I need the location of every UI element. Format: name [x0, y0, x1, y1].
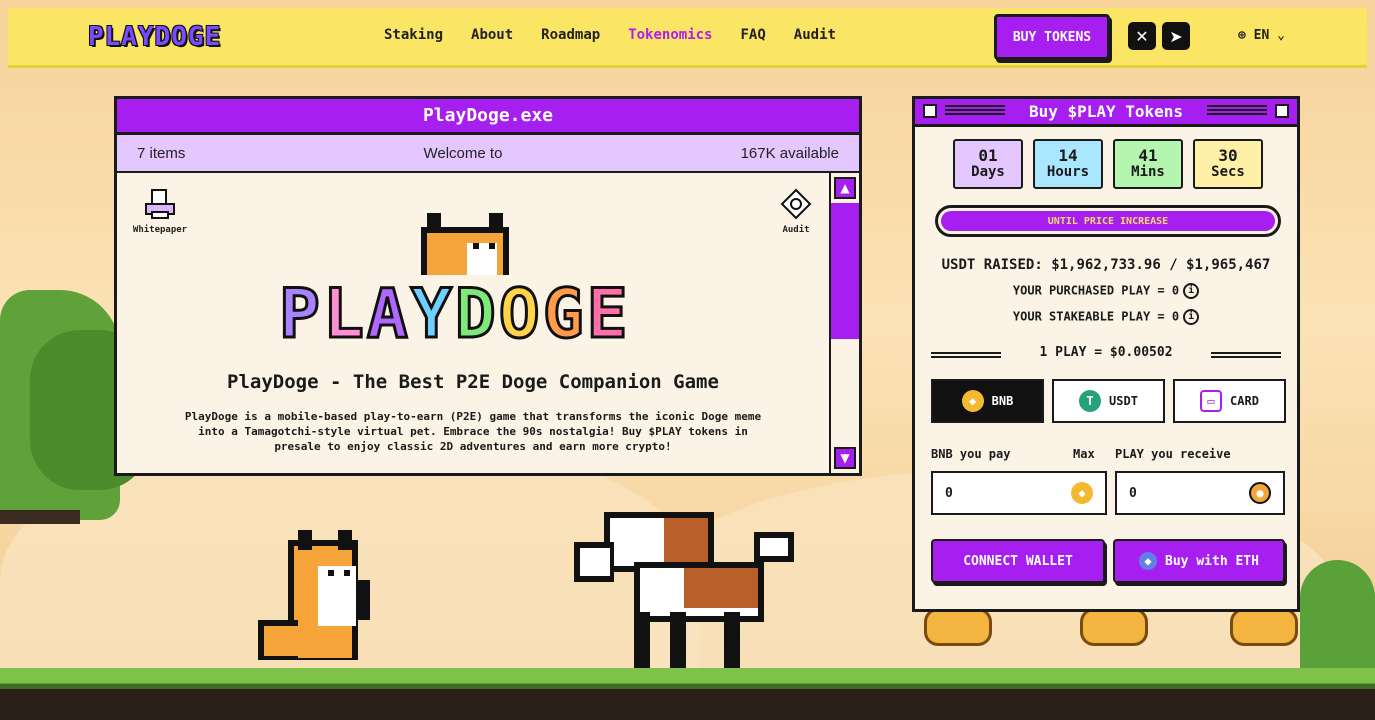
title-stripes — [1207, 105, 1267, 117]
max-button[interactable]: Max — [1073, 447, 1095, 461]
eth-icon: ◆ — [1139, 552, 1158, 570]
countdown-secs: 30 Secs — [1193, 139, 1263, 189]
nav-audit[interactable]: Audit — [794, 27, 836, 43]
pay-card-label: CARD — [1230, 394, 1259, 408]
countdown-mins: 41 Mins — [1113, 139, 1183, 189]
window-title: PlayDoge.exe — [117, 99, 859, 135]
countdown-days: 01 Days — [953, 139, 1023, 189]
items-count: 7 items — [137, 144, 186, 162]
stakeable-play-row: YOUR STAKEABLE PLAY = 0i — [915, 309, 1297, 325]
whitepaper-label: Whitepaper — [132, 225, 188, 235]
audit-shortcut[interactable]: Audit — [761, 187, 831, 235]
bnb-icon: ◆ — [961, 390, 984, 412]
pay-bnb-button[interactable]: ◆ BNB — [931, 379, 1044, 423]
beagle-dog-sprite — [574, 512, 794, 668]
usdt-icon: T — [1079, 390, 1102, 412]
nav-staking[interactable]: Staking — [384, 27, 443, 43]
countdown-timer: 01 Days 14 Hours 41 Mins 30 Secs — [953, 139, 1263, 189]
pay-amount-field[interactable]: ◆ — [931, 471, 1107, 515]
coin-block — [1080, 608, 1148, 646]
tree-trunk — [0, 510, 80, 524]
scroll-thumb[interactable] — [831, 203, 859, 339]
window-status-bar: 7 items Welcome to 167K available — [117, 135, 859, 173]
main-nav: Staking About Roadmap Tokenomics FAQ Aud… — [384, 27, 836, 43]
buy-with-eth-button[interactable]: ◆ Buy with ETH — [1113, 539, 1285, 583]
payment-method-selector: ◆ BNB T USDT ▭ CARD — [931, 379, 1286, 423]
doge-head-icon — [421, 213, 509, 275]
language-selector[interactable]: ⊕ EN ⌄ — [1238, 28, 1285, 43]
nav-about[interactable]: About — [471, 27, 513, 43]
x-twitter-icon[interactable]: ✕ — [1128, 22, 1156, 50]
language-code: EN — [1253, 28, 1270, 43]
telegram-icon[interactable]: ➤ — [1162, 22, 1190, 50]
purchased-play-row: YOUR PURCHASED PLAY = 0i — [915, 283, 1297, 299]
connect-wallet-button[interactable]: CONNECT WALLET — [931, 539, 1105, 583]
coin-block — [924, 608, 992, 646]
nav-faq[interactable]: FAQ — [740, 27, 765, 43]
printer-icon — [143, 187, 177, 221]
pay-amount-label: BNB you pay — [931, 447, 1011, 461]
audit-shield-icon — [779, 187, 813, 221]
receive-amount-label: PLAY you receive — [1115, 447, 1231, 461]
info-icon[interactable]: i — [1183, 283, 1200, 299]
presale-widget: Buy $PLAY Tokens 01 Days 14 Hours 41 Mins 3… — [912, 96, 1300, 612]
uk-flag-icon: ⊕ — [1238, 28, 1246, 43]
buy-tokens-button[interactable]: BUY TOKENS — [994, 14, 1110, 60]
window-body: Whitepaper Audit PLAYDOGE PlayDoge - The… — [117, 173, 859, 473]
widget-title-bar: Buy $PLAY Tokens — [915, 99, 1297, 127]
scroll-up-arrow-icon[interactable]: ▲ — [834, 177, 856, 199]
coin-block — [1230, 608, 1298, 646]
usdt-raised: USDT RAISED: $1,962,733.96 / $1,965,467 — [941, 257, 1271, 273]
card-icon: ▭ — [1200, 390, 1223, 412]
nav-roadmap[interactable]: Roadmap — [541, 27, 600, 43]
pay-amount-input[interactable] — [945, 485, 1045, 501]
progress-fill: UNTIL PRICE INCREASE — [941, 211, 1275, 231]
pay-card-button[interactable]: ▭ CARD — [1173, 379, 1286, 423]
playdoge-token-icon: ● — [1249, 482, 1271, 504]
chevron-down-icon: ⌄ — [1277, 28, 1285, 43]
rate-divider — [1211, 352, 1281, 358]
audit-label: Audit — [782, 225, 810, 235]
window-close-box-icon[interactable] — [923, 104, 937, 118]
pixel-bush — [1300, 560, 1375, 670]
shiba-doge-sprite — [258, 530, 370, 660]
widget-title: Buy $PLAY Tokens — [1028, 102, 1184, 121]
top-navigation-bar: PLAYDOGE Staking About Roadmap Tokenomic… — [8, 8, 1367, 68]
hero-description: PlayDoge is a mobile-based play-to-earn … — [184, 410, 762, 453]
window-scrollbar[interactable]: ▲ ▼ — [829, 173, 859, 473]
whitepaper-shortcut[interactable]: Whitepaper — [125, 187, 195, 235]
playdoge-logo[interactable]: PLAYDOGE — [88, 22, 221, 54]
purchased-play: YOUR PURCHASED PLAY = 0 — [1012, 283, 1180, 298]
window-maximize-box-icon[interactable] — [1275, 104, 1289, 118]
info-icon[interactable]: i — [1183, 309, 1200, 325]
countdown-hours: 14 Hours — [1033, 139, 1103, 189]
nav-tokenomics[interactable]: Tokenomics — [628, 27, 712, 43]
welcome-text: Welcome to — [423, 144, 503, 162]
price-increase-progress-bar: UNTIL PRICE INCREASE — [935, 205, 1281, 237]
scroll-down-arrow-icon[interactable]: ▼ — [834, 447, 856, 469]
bnb-icon: ◆ — [1071, 482, 1093, 504]
buy-with-eth-label: Buy with ETH — [1165, 553, 1259, 569]
playdoge-exe-window: PlayDoge.exe 7 items Welcome to 167K ava… — [114, 96, 862, 476]
pay-bnb-label: BNB — [991, 394, 1014, 408]
title-stripes — [945, 105, 1005, 117]
stakeable-play: YOUR STAKEABLE PLAY = 0 — [1012, 309, 1180, 324]
hero-logo-text: PLAYDOGE — [278, 274, 631, 356]
grass-ground — [0, 668, 1375, 720]
available-count: 167K available — [740, 144, 839, 162]
hero-headline: PlayDoge - The Best P2E Doge Companion G… — [227, 371, 719, 393]
receive-amount-input[interactable] — [1129, 485, 1229, 501]
pay-usdt-button[interactable]: T USDT — [1052, 379, 1165, 423]
pay-usdt-label: USDT — [1109, 394, 1138, 408]
receive-amount-field[interactable]: ● — [1115, 471, 1285, 515]
playdoge-hero-logo: PLAYDOGE — [267, 213, 687, 363]
